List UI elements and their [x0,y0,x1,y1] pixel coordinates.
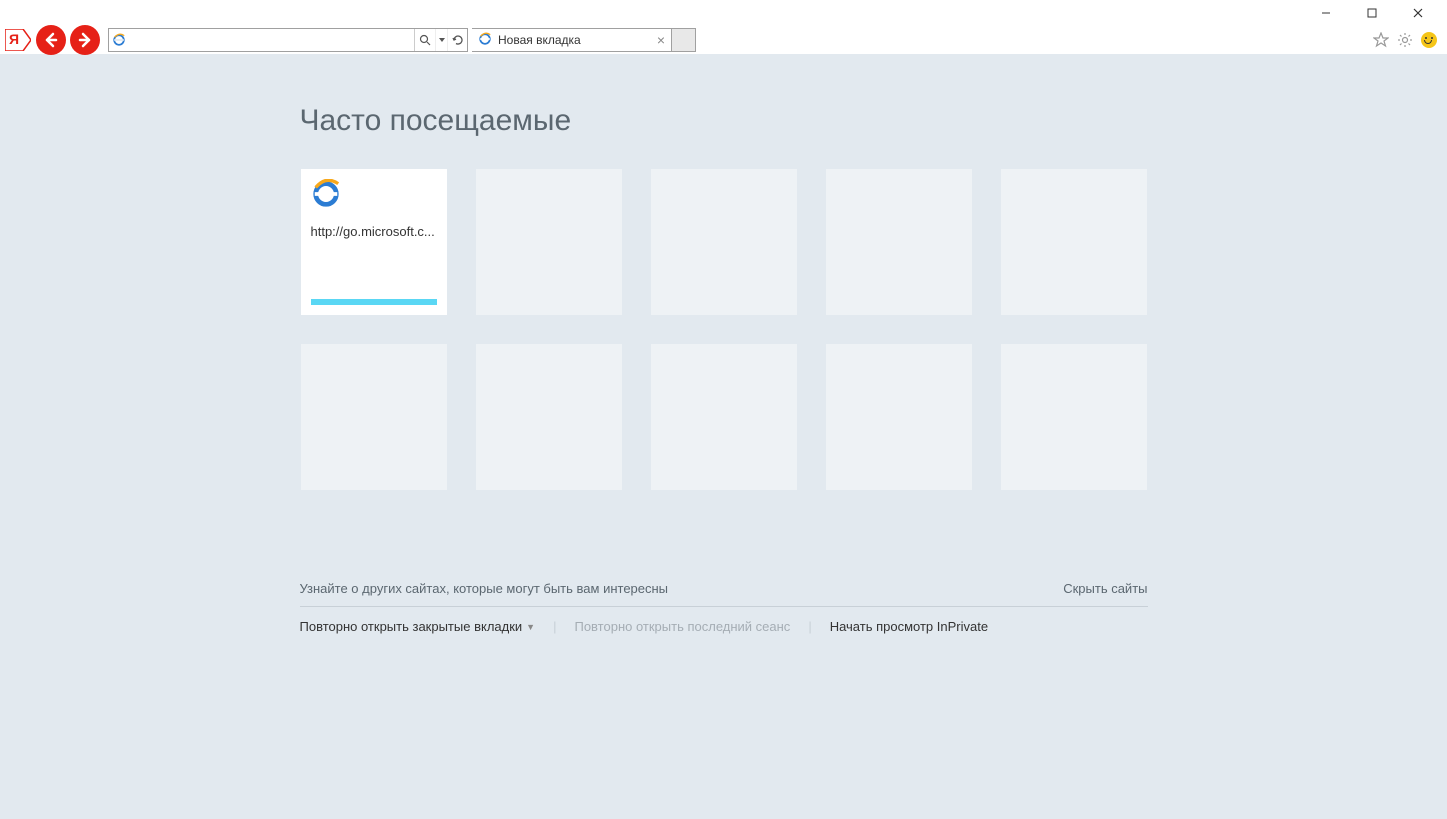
svg-text:Я: Я [9,31,19,47]
ie-icon [311,179,437,214]
reopen-closed-tabs-link[interactable]: Повторно открыть закрытые вкладки ▼ [300,619,536,634]
settings-gear-icon[interactable] [1395,30,1415,50]
tab-strip: Новая вкладка × [472,28,696,52]
tab-new[interactable]: Новая вкладка × [472,28,672,52]
site-tile-empty[interactable] [1000,168,1148,316]
toolbar-right [1371,30,1447,50]
site-tile-empty[interactable] [825,343,973,491]
address-bar [108,28,468,52]
search-dropdown-icon[interactable] [435,29,447,51]
chevron-down-icon: ▼ [526,622,535,632]
back-button[interactable] [36,25,66,55]
ie-icon [478,32,492,49]
window-titlebar [0,0,1447,26]
frequent-sites-grid: http://go.microsoft.c... [300,168,1148,491]
window-controls [1303,0,1441,26]
site-tile-empty[interactable] [650,168,798,316]
browser-toolbar: Я [0,26,1447,54]
ie-icon [109,33,129,47]
page-title: Часто посещаемые [300,104,1148,138]
refresh-icon[interactable] [447,29,467,51]
actions-row: Повторно открыть закрытые вкладки ▼ | По… [300,619,1148,634]
favorites-icon[interactable] [1371,30,1391,50]
address-bar-controls [414,29,467,51]
site-tile-empty[interactable] [475,168,623,316]
separator: | [553,619,556,634]
discover-link[interactable]: Узнайте о других сайтах, которые могут б… [300,581,669,596]
tab-close-icon[interactable]: × [657,33,665,47]
smiley-icon[interactable] [1419,30,1439,50]
discover-row: Узнайте о других сайтах, которые могут б… [300,581,1148,607]
search-icon[interactable] [415,29,435,51]
tab-title: Новая вкладка [498,33,581,47]
yandex-icon[interactable]: Я [4,29,32,51]
minimize-button[interactable] [1303,0,1349,26]
inprivate-link[interactable]: Начать просмотр InPrivate [830,619,988,634]
site-tile-empty[interactable] [825,168,973,316]
reopen-last-session-link: Повторно открыть последний сеанс [574,619,790,634]
new-tab-page: Часто посещаемые http://go.microsoft.c..… [0,54,1447,819]
site-tile-0[interactable]: http://go.microsoft.c... [300,168,448,316]
site-tile-empty[interactable] [300,343,448,491]
site-tile-empty[interactable] [475,343,623,491]
hide-sites-link[interactable]: Скрыть сайты [1063,581,1147,596]
separator: | [808,619,811,634]
site-tile-empty[interactable] [1000,343,1148,491]
site-tile-label: http://go.microsoft.c... [311,224,437,239]
reopen-closed-tabs-label: Повторно открыть закрытые вкладки [300,619,523,634]
forward-button[interactable] [70,25,100,55]
close-button[interactable] [1395,0,1441,26]
site-tile-empty[interactable] [650,343,798,491]
url-input[interactable] [129,29,414,51]
site-tile-accent [311,299,437,305]
maximize-button[interactable] [1349,0,1395,26]
new-tab-button[interactable] [672,28,696,52]
